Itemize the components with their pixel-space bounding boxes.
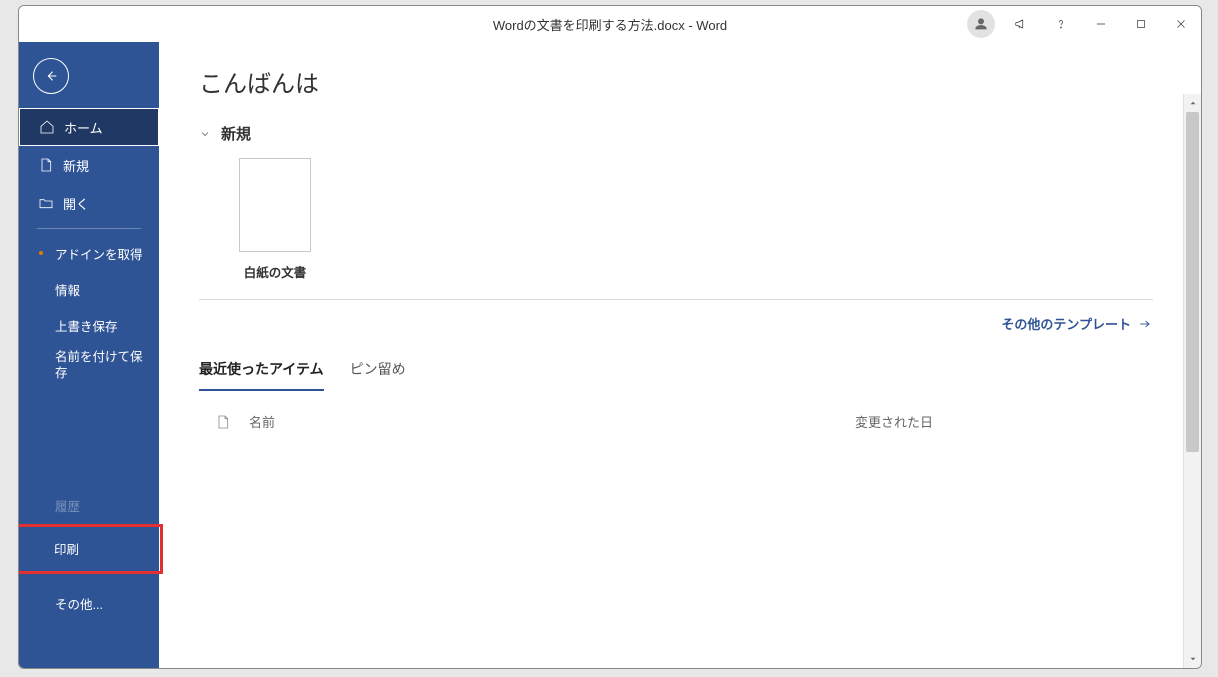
account-button[interactable] xyxy=(967,10,995,38)
sidebar-label: アドインを取得 xyxy=(55,244,143,263)
greeting-heading: こんばんは xyxy=(199,64,1153,99)
sidebar-item-save-as[interactable]: 名前を付けて保存 xyxy=(19,343,159,388)
sidebar-label: 上書き保存 xyxy=(55,316,118,335)
scroll-area: こんばんは 新規 白紙の文書 その他のテンプレート 最 xyxy=(159,42,1183,668)
tab-recent[interactable]: 最近使ったアイテム xyxy=(199,353,324,391)
chevron-down-icon xyxy=(199,128,211,140)
link-label: その他のテンプレート xyxy=(1001,314,1131,333)
sidebar-label: 履歴 xyxy=(55,496,80,515)
column-name[interactable]: 名前 xyxy=(249,412,855,431)
arrow-right-icon xyxy=(1137,317,1153,331)
main-content: こんばんは 新規 白紙の文書 その他のテンプレート 最 xyxy=(159,42,1201,668)
user-icon xyxy=(973,16,989,32)
home-icon xyxy=(38,119,56,135)
tab-pinned[interactable]: ピン留め xyxy=(350,353,406,391)
section-toggle-new[interactable]: 新規 xyxy=(199,123,1153,144)
template-blank-document[interactable]: 白紙の文書 xyxy=(239,158,311,281)
sidebar-spacer xyxy=(19,574,159,586)
column-date[interactable]: 変更された日 xyxy=(855,412,933,431)
sidebar-label: 新規 xyxy=(63,156,89,175)
sidebar-item-print[interactable]: 印刷 xyxy=(19,524,163,574)
coming-soon-button[interactable] xyxy=(1001,6,1041,42)
maximize-button[interactable] xyxy=(1121,6,1161,42)
sidebar-item-get-addins[interactable]: アドインを取得 xyxy=(19,235,159,271)
sidebar-item-info[interactable]: 情報 xyxy=(19,271,159,307)
sidebar-item-open[interactable]: 開く xyxy=(19,184,159,222)
scroll-down-button[interactable] xyxy=(1184,650,1201,668)
app-window: Wordの文書を印刷する方法.docx - Word xyxy=(18,5,1202,669)
caret-up-icon xyxy=(1188,98,1198,108)
sidebar-label: 印刷 xyxy=(54,539,79,558)
sidebar-label: 名前を付けて保存 xyxy=(55,343,147,388)
vertical-scrollbar[interactable] xyxy=(1183,94,1201,668)
section-divider xyxy=(199,299,1153,300)
caret-down-icon xyxy=(1188,654,1198,664)
help-button[interactable] xyxy=(1041,6,1081,42)
sidebar-label: ホーム xyxy=(64,118,103,137)
body: ホーム 新規 開く アドインを取得 情報 上書き保存 名前を付けて保 xyxy=(19,42,1201,668)
titlebar-controls xyxy=(967,6,1201,42)
scrollbar-thumb[interactable] xyxy=(1186,112,1199,452)
window-title: Wordの文書を印刷する方法.docx - Word xyxy=(493,15,727,34)
template-row: 白紙の文書 xyxy=(199,158,1153,281)
close-button[interactable] xyxy=(1161,6,1201,42)
maximize-icon xyxy=(1134,17,1148,31)
sidebar: ホーム 新規 開く アドインを取得 情報 上書き保存 名前を付けて保 xyxy=(19,42,159,668)
bullet-icon xyxy=(39,251,43,255)
section-title: 新規 xyxy=(221,123,251,144)
document-icon xyxy=(37,157,55,173)
sidebar-item-save[interactable]: 上書き保存 xyxy=(19,307,159,343)
back-button[interactable] xyxy=(33,58,69,94)
folder-open-icon xyxy=(37,195,55,211)
tabs: 最近使ったアイテム ピン留め xyxy=(199,353,1153,392)
sidebar-label: 情報 xyxy=(55,280,80,299)
sidebar-item-home[interactable]: ホーム xyxy=(19,108,159,146)
minimize-button[interactable] xyxy=(1081,6,1121,42)
sidebar-divider xyxy=(37,228,141,229)
sidebar-item-other[interactable]: その他... xyxy=(19,586,159,622)
sidebar-spacer xyxy=(19,388,159,488)
close-icon xyxy=(1174,17,1188,31)
minimize-icon xyxy=(1094,17,1108,31)
sidebar-item-new[interactable]: 新規 xyxy=(19,146,159,184)
back-arrow-icon xyxy=(43,68,59,84)
template-thumbnail xyxy=(239,158,311,252)
help-icon xyxy=(1054,17,1068,31)
megaphone-icon xyxy=(1014,17,1028,31)
sidebar-label: 開く xyxy=(63,194,89,213)
scroll-up-button[interactable] xyxy=(1184,94,1201,112)
more-templates-link[interactable]: その他のテンプレート xyxy=(199,314,1153,333)
sidebar-item-history: 履歴 xyxy=(19,488,159,524)
template-label: 白紙の文書 xyxy=(244,262,307,281)
titlebar: Wordの文書を印刷する方法.docx - Word xyxy=(19,6,1201,42)
document-icon xyxy=(211,413,235,431)
sidebar-label: その他... xyxy=(55,594,103,613)
list-header: 名前 変更された日 xyxy=(199,402,1153,441)
